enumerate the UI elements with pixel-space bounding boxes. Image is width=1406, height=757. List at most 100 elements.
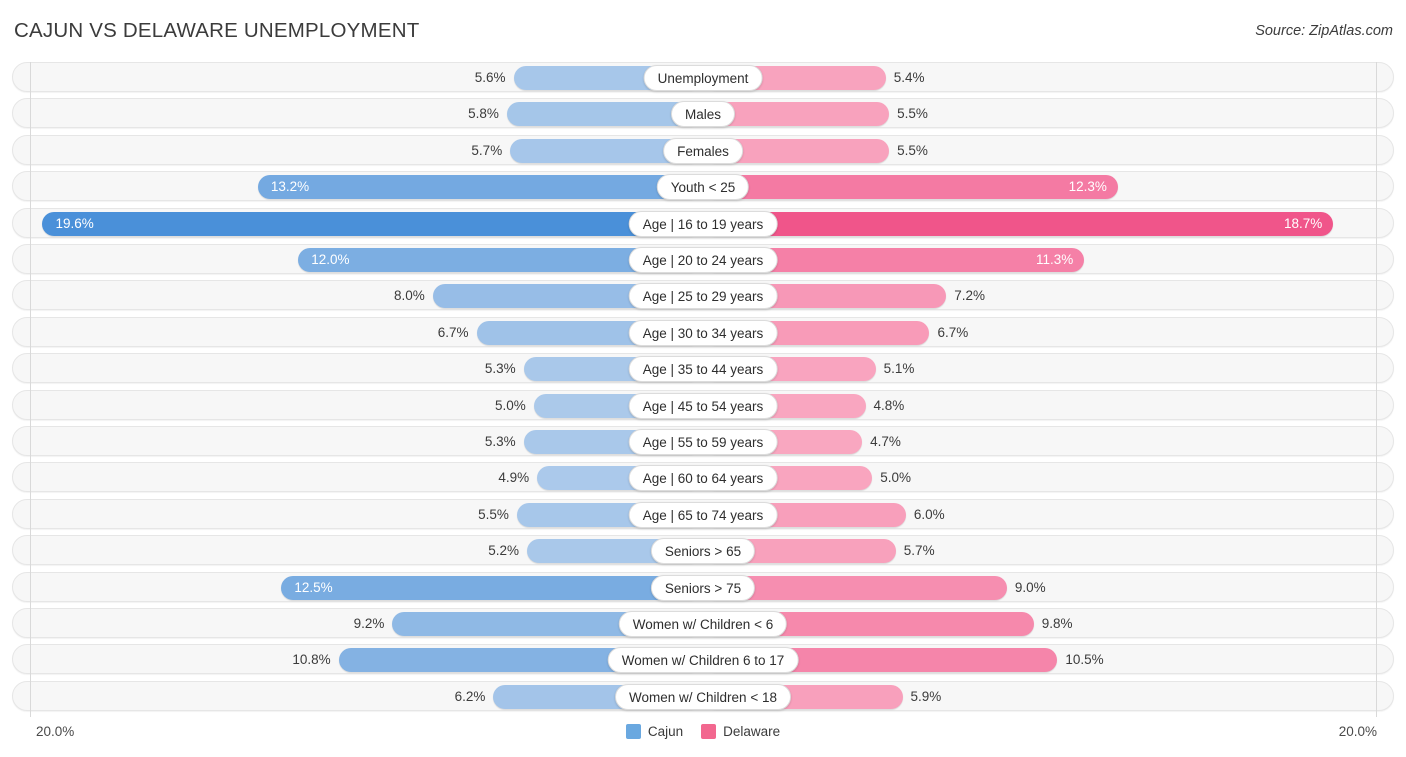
value-label-delaware: 5.1%	[883, 361, 915, 377]
table-row: 5.3% 5.1% Age | 35 to 44 years	[12, 353, 1394, 384]
row-content: 6.2% 5.9% Women w/ Children < 18	[13, 682, 1393, 710]
row-content: 5.6% 5.4% Unemployment	[13, 63, 1393, 91]
value-label-delaware: 12.3%	[1068, 179, 1107, 195]
category-label: Age | 30 to 34 years	[628, 319, 778, 346]
row-content: 8.0% 7.2% Age | 25 to 29 years	[13, 281, 1393, 310]
table-row: 8.0% 7.2% Age | 25 to 29 years	[12, 280, 1394, 311]
value-label-cajun: 10.8%	[292, 652, 331, 668]
table-row: 5.2% 5.7% Seniors > 65	[12, 535, 1394, 566]
value-label-delaware: 5.4%	[893, 70, 925, 85]
chart-legend: Cajun Delaware	[0, 724, 1406, 739]
value-label-delaware: 10.5%	[1065, 652, 1104, 668]
value-label-delaware: 9.0%	[1014, 579, 1046, 595]
bar-delaware	[704, 211, 1334, 236]
value-label-cajun: 19.6%	[55, 215, 94, 231]
value-label-delaware: 5.0%	[880, 470, 912, 486]
table-row: 5.0% 4.8% Age | 45 to 54 years	[12, 389, 1394, 420]
value-label-cajun: 5.6%	[474, 70, 506, 85]
value-label-cajun: 5.0%	[494, 397, 526, 413]
value-label-cajun: 12.5%	[294, 579, 333, 595]
bar-cajun	[257, 175, 702, 200]
category-label: Females	[663, 137, 743, 164]
table-row: 13.2% 12.3% Youth < 25	[12, 171, 1394, 202]
legend-swatch-icon	[701, 724, 717, 739]
value-label-cajun: 5.2%	[488, 543, 520, 559]
value-label-delaware: 9.8%	[1041, 616, 1073, 631]
value-label-cajun: 8.0%	[394, 288, 425, 304]
value-label-delaware: 6.0%	[913, 506, 945, 522]
legend-label: Cajun	[647, 724, 684, 739]
table-row: 12.5% 9.0% Seniors > 75	[12, 571, 1394, 602]
legend-item: Delaware	[701, 724, 780, 739]
category-label: Age | 20 to 24 years	[628, 247, 778, 273]
table-row: 5.5% 6.0% Age | 65 to 74 years	[12, 498, 1394, 529]
row-content: 12.0% 11.3% Age | 20 to 24 years	[13, 245, 1393, 273]
bar-cajun	[42, 211, 702, 236]
category-label: Age | 25 to 29 years	[628, 283, 778, 310]
row-content: 5.3% 4.7% Age | 55 to 59 years	[13, 427, 1393, 455]
row-content: 5.8% 5.5% Males	[13, 99, 1393, 128]
table-row: 4.9% 5.0% Age | 60 to 64 years	[12, 462, 1394, 493]
category-label: Women w/ Children < 6	[618, 611, 788, 637]
value-label-delaware: 4.8%	[873, 397, 905, 413]
category-label: Age | 65 to 74 years	[628, 501, 778, 528]
category-label: Age | 60 to 64 years	[628, 465, 778, 492]
value-label-cajun: 4.9%	[498, 470, 530, 486]
value-label-cajun: 13.2%	[270, 179, 310, 195]
table-row: 5.7% 5.5% Females	[12, 134, 1394, 165]
category-label: Age | 45 to 54 years	[628, 392, 778, 419]
legend-label: Delaware	[723, 724, 781, 739]
row-content: 13.2% 12.3% Youth < 25	[13, 172, 1393, 201]
value-label-cajun: 5.7%	[471, 142, 503, 158]
row-content: 5.3% 5.1% Age | 35 to 44 years	[13, 354, 1393, 383]
value-label-cajun: 12.0%	[311, 252, 350, 267]
category-label: Seniors > 75	[650, 574, 756, 601]
row-content: 5.7% 5.5% Females	[13, 136, 1393, 164]
table-row: 6.7% 6.7% Age | 30 to 34 years	[12, 316, 1394, 347]
row-content: 19.6% 18.7% Age | 16 to 19 years	[13, 209, 1393, 237]
value-label-delaware: 7.2%	[954, 288, 986, 304]
value-label-cajun: 9.2%	[353, 616, 385, 631]
row-content: 10.8% 10.5% Women w/ Children 6 to 17	[13, 645, 1393, 674]
value-label-delaware: 5.5%	[897, 142, 928, 158]
category-label: Age | 35 to 44 years	[628, 356, 778, 383]
row-content: 9.2% 9.8% Women w/ Children < 6	[13, 609, 1393, 637]
table-row: 10.8% 10.5% Women w/ Children 6 to 17	[12, 644, 1394, 675]
table-row: 9.2% 9.8% Women w/ Children < 6	[12, 608, 1394, 638]
category-label: Youth < 25	[656, 174, 750, 201]
value-label-delaware: 11.3%	[1035, 252, 1074, 267]
value-label-cajun: 6.2%	[454, 688, 486, 704]
category-label: Age | 16 to 19 years	[628, 210, 778, 237]
category-label: Unemployment	[643, 65, 763, 91]
table-row: 12.0% 11.3% Age | 20 to 24 years	[12, 244, 1394, 274]
table-row: 5.8% 5.5% Males	[12, 98, 1394, 129]
value-label-delaware: 5.5%	[897, 106, 928, 122]
source-attribution: Source: ZipAtlas.com	[1255, 23, 1393, 39]
value-label-cajun: 5.8%	[468, 106, 499, 122]
table-row: 6.2% 5.9% Women w/ Children < 18	[12, 680, 1394, 711]
row-content: 5.0% 4.8% Age | 45 to 54 years	[13, 391, 1393, 419]
value-label-delaware: 5.7%	[903, 543, 935, 559]
category-label: Women w/ Children 6 to 17	[607, 647, 799, 674]
value-label-delaware: 6.7%	[937, 324, 969, 340]
legend-swatch-icon	[625, 724, 641, 739]
table-row: 5.3% 4.7% Age | 55 to 59 years	[12, 426, 1394, 456]
value-label-cajun: 5.5%	[478, 506, 509, 522]
bar-delaware	[704, 175, 1118, 200]
table-row: 5.6% 5.4% Unemployment	[12, 62, 1394, 92]
category-label: Women w/ Children < 18	[615, 683, 791, 710]
bar-cajun	[281, 575, 702, 600]
row-content: 12.5% 9.0% Seniors > 75	[13, 573, 1393, 601]
category-label: Males	[670, 101, 736, 128]
value-label-cajun: 5.3%	[484, 434, 516, 449]
row-content: 4.9% 5.0% Age | 60 to 64 years	[13, 463, 1393, 492]
value-label-cajun: 5.3%	[484, 361, 516, 377]
table-row: 19.6% 18.7% Age | 16 to 19 years	[12, 207, 1394, 238]
value-label-delaware: 4.7%	[870, 434, 901, 449]
row-content: 5.5% 6.0% Age | 65 to 74 years	[13, 500, 1393, 528]
row-content: 5.2% 5.7% Seniors > 65	[13, 536, 1393, 565]
category-label: Seniors > 65	[650, 538, 756, 565]
value-label-delaware: 18.7%	[1283, 215, 1323, 231]
chart-plot-area: 5.6% 5.4% Unemployment 5.8% 5.5% Males 5.7% 5.5…	[12, 62, 1394, 717]
legend-item: Cajun	[625, 724, 684, 739]
